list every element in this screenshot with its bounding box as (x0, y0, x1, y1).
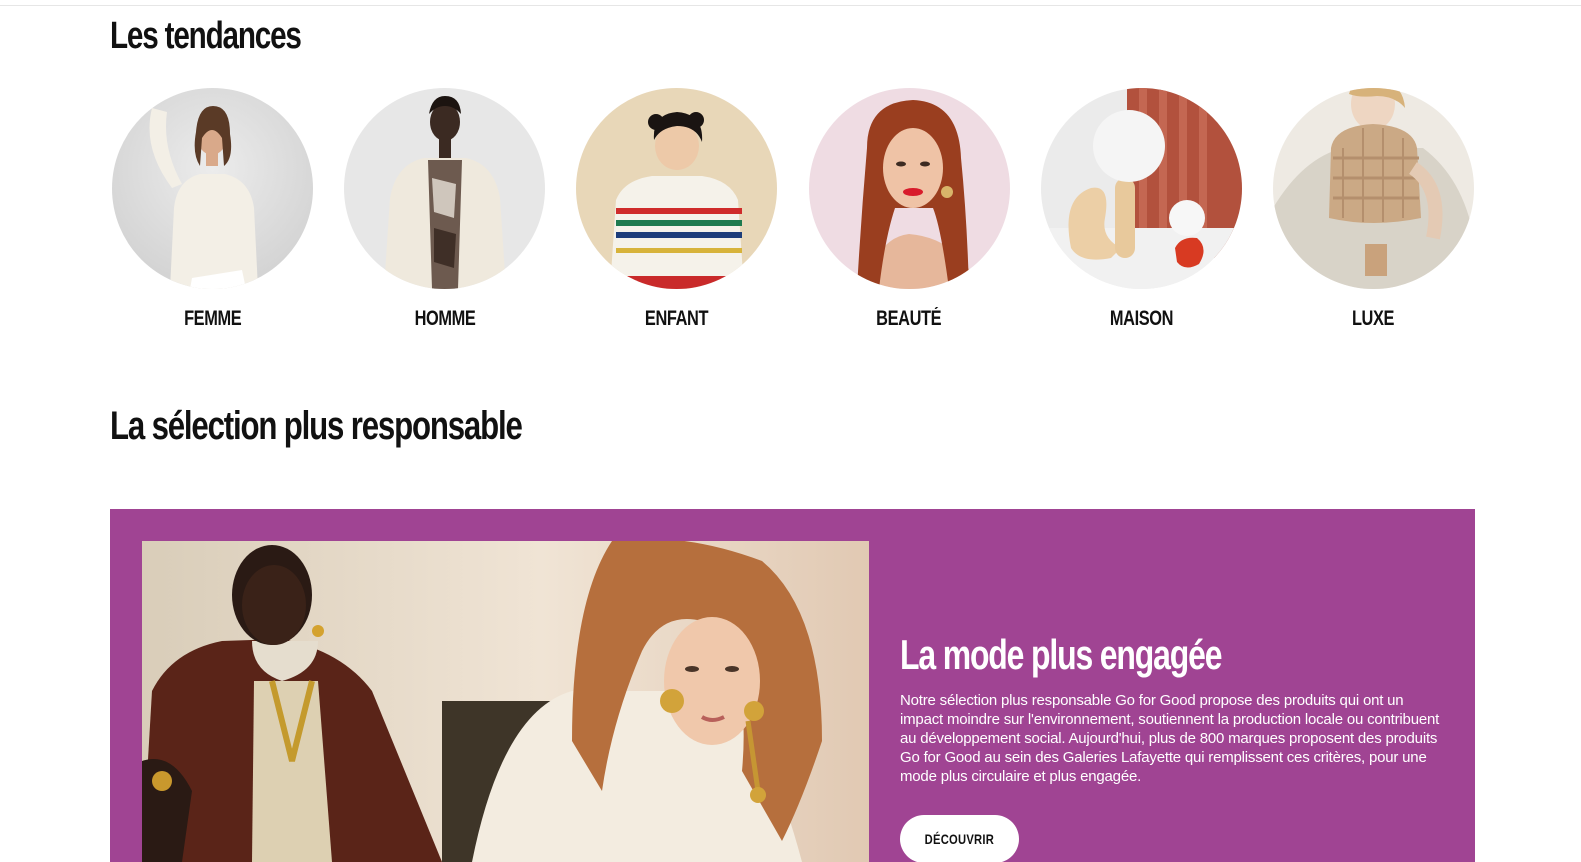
category-homme-image[interactable] (344, 88, 546, 289)
category-beaute-label: BEAUTÉ (876, 307, 942, 330)
decouvrir-button-label: DÉCOUVRIR (924, 831, 995, 847)
category-beaute[interactable]: BEAUTÉ (808, 88, 1010, 331)
trends-title: Les tendances (110, 15, 302, 57)
category-enfant[interactable]: ENFANT (576, 88, 778, 331)
page: Les tendances FEMME HOMME ENFANT BEAUTÉ … (0, 0, 1581, 862)
category-femme[interactable]: FEMME (112, 88, 313, 331)
banner-description: Notre sélection plus responsable Go for … (900, 692, 1440, 785)
go-for-good-banner: La mode plus engagée Notre sélection plu… (110, 509, 1475, 862)
category-maison-label: MAISON (1109, 307, 1174, 330)
header-divider (0, 5, 1581, 6)
selection-title: La sélection plus responsable (110, 404, 523, 448)
category-homme-label: HOMME (414, 307, 476, 330)
category-enfant-image[interactable] (576, 88, 778, 289)
category-femme-image[interactable] (112, 88, 313, 289)
category-maison-image[interactable] (1040, 88, 1242, 289)
category-enfant-label: ENFANT (645, 307, 709, 330)
category-luxe-image[interactable] (1272, 88, 1474, 289)
category-beaute-image[interactable] (808, 88, 1010, 289)
category-femme-label: FEMME (183, 307, 242, 330)
trend-categories: FEMME HOMME ENFANT BEAUTÉ MAISON LUXE (112, 88, 1474, 331)
banner-image (142, 541, 869, 862)
category-luxe-label: LUXE (1352, 307, 1395, 330)
category-luxe[interactable]: LUXE (1272, 88, 1474, 331)
category-homme[interactable]: HOMME (344, 88, 546, 331)
category-maison[interactable]: MAISON (1040, 88, 1242, 331)
decouvrir-button[interactable]: DÉCOUVRIR (900, 815, 1019, 862)
banner-heading: La mode plus engagée (900, 631, 1222, 678)
banner-text: La mode plus engagée Notre sélection plu… (900, 631, 1445, 786)
